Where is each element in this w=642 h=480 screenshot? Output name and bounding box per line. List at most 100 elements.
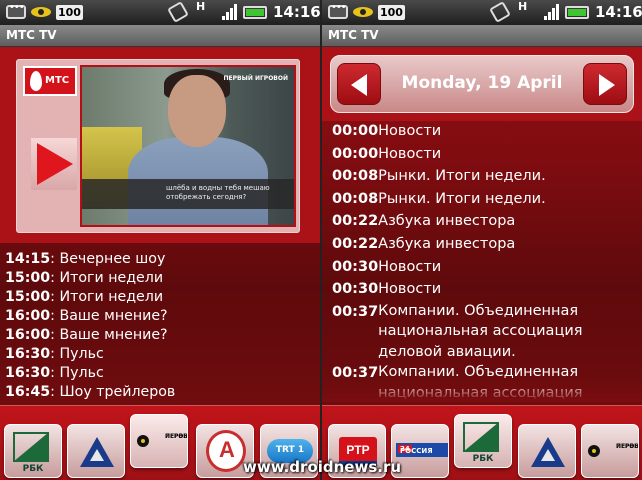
program-title: Рынки. Итоги недели. [378,190,546,207]
schedule-title: Шоу трейлеров [59,384,176,400]
network-type-icon: H [518,0,528,13]
schedule-time: 16:30 [5,346,51,362]
triangle-logo-icon [80,437,114,467]
list-item[interactable]: 16:30: Пульс [5,345,315,364]
video-ticker: шлёба и водны тебя мешаю отобрежать сего… [82,179,294,209]
list-item[interactable]: 00:00 Новости [332,143,637,166]
schedule-title: Итоги недели [59,270,164,286]
video-channel-logo: ПЕРВЫЙ ИГРОВОЙ [223,75,288,82]
list-item[interactable]: 00:37Компании. Объединенная национальная… [332,301,637,363]
list-item[interactable]: 16:45: Шоу трейлеров [5,383,315,402]
right-screen: 100 H 14:16 МТС TV Monday, 19 April 00:0… [322,0,642,480]
program-time: 00:00 [332,123,379,139]
schedule-list: 14:15: Вечернее шоу 15:00: Итоги недели … [5,250,315,402]
schedule-title: Пульс [59,365,104,381]
list-item[interactable]: 00:22 Азбука инвестора [332,210,637,233]
rbk-logo-text: РБК [22,464,44,474]
channel-triangle-button[interactable] [67,424,125,478]
schedule-time: 15:00 [5,270,51,286]
channel-pervy-igrovoy-button[interactable]: ПЕРВЫЙИГРОВОЙ [581,424,639,478]
pervy-line2: ИГРОВОЙ [616,443,639,450]
list-item[interactable]: 14:15: Вечернее шоу [5,250,315,269]
play-icon[interactable] [31,138,77,190]
signal-icon [222,4,238,20]
status-bar: 100 H 14:16 [322,0,642,25]
battery-icon [243,6,267,19]
program-title: Азбука инвестора [378,235,516,252]
joystick-icon [137,435,149,447]
schedule-time: 15:00 [5,289,51,305]
program-time: 00:22 [332,213,379,230]
list-item[interactable]: 16:30: Пульс [5,364,315,383]
app-title-bar: МТС TV [322,25,642,47]
screen-rotate-icon [167,1,189,23]
pervy-line2: ИГРОВОЙ [165,433,188,440]
program-title: Новости [378,123,442,139]
russia-text: РОССИЯ [400,447,433,455]
program-time: 00:30 [332,281,379,298]
list-item[interactable]: 15:00: Итоги недели [5,269,315,288]
egg-icon [30,71,42,91]
russia24-logo: РОССИЯ 24 [396,443,448,457]
video-ticker-text: шлёба и водны тебя мешаю отобрежать сего… [166,184,270,201]
pervy-igrovoy-logo: ПЕРВЫЙИГРОВОЙ [588,443,638,459]
russia24-logo-text: РОССИЯ 24 [398,445,433,455]
previous-day-button[interactable] [337,63,381,105]
program-time: 00:22 [332,235,379,252]
list-item[interactable]: 00:00 Новости [332,120,637,143]
schedule-time: 16:00 [5,308,51,324]
list-item[interactable]: 16:00: Ваше мнение? [5,326,315,345]
watermark: www.droidnews.ru [243,458,402,476]
pervy-igrovoy-logo: ПЕРВЫЙИГРОВОЙ [137,433,187,449]
next-day-button[interactable] [583,63,627,105]
status-bar: 100 H 14:16 [0,0,320,25]
rbk-logo-text: РБК [472,454,494,464]
program-title: Компании. Объединенная национальная ассо… [378,302,583,360]
list-item[interactable]: 15:00: Итоги недели [5,288,315,307]
mts-logo: МТС [23,66,77,96]
program-time: 00:08 [332,168,379,185]
schedule-time: 16:00 [5,327,51,343]
trt-logo-text: TRT 1 [275,445,305,455]
channel-pervy-igrovoy-button[interactable]: ПЕРВЫЙИГРОВОЙ [130,414,188,468]
program-time: 00:30 [332,258,379,275]
list-item[interactable]: 00:08 Рынки. Итоги недели. [332,188,637,211]
left-screen: 100 H 14:16 МТС TV МТС ПЕРВЫЙ ИГРОВОЙ шл… [0,0,320,480]
schedule-title: Ваше мнение? [59,327,168,343]
schedule-time: 14:15 [5,251,51,267]
network-type-icon: H [196,0,206,13]
channel-rbk-button[interactable]: РБК [4,424,62,478]
battery-percent-badge: 100 [56,5,83,20]
list-item[interactable]: 00:30 Новости [332,256,637,279]
date-navigator: Monday, 19 April [322,47,642,121]
video-presenter-head [168,75,226,147]
list-item[interactable]: 00:08 Рынки. Итоги недели. [332,165,637,188]
schedule-title: Ваше мнение? [59,308,168,324]
schedule-title: Итоги недели [59,289,164,305]
battery-percent-badge: 100 [378,5,405,20]
triangle-logo-icon [531,437,565,467]
video-frame[interactable]: ПЕРВЫЙ ИГРОВОЙ шлёба и водны тебя мешаю … [80,65,296,227]
eye-icon [31,5,51,19]
program-list: 00:00 Новости 00:00 Новости 00:08 Рынки. Ит… [332,120,637,402]
message-icon [6,2,26,19]
channel-triangle-button[interactable] [518,424,576,478]
program-time: 00:00 [332,145,379,162]
clock: 14:16 [595,3,642,21]
list-item[interactable]: 16:00: Ваше мнение? [5,307,315,326]
date-panel: Monday, 19 April [330,55,634,113]
program-time: 00:08 [332,190,379,207]
mts-logo-text: МТС [45,75,70,86]
channel-rbk-button[interactable]: РБК [454,414,512,468]
list-item[interactable]: 00:30 Новости [332,278,637,301]
current-date: Monday, 19 April [401,73,563,93]
clock: 14:16 [273,3,320,21]
program-time: 00:37 [332,303,379,320]
program-title: Новости [378,258,442,275]
list-item[interactable]: 00:22 Азбука инвестора [332,233,637,256]
schedule-time: 16:30 [5,365,51,381]
schedule-title: Вечернее шоу [59,251,166,267]
app-title: МТС TV [6,28,57,42]
message-icon [328,2,348,19]
player-frame: МТС ПЕРВЫЙ ИГРОВОЙ шлёба и водны тебя ме… [16,59,300,233]
